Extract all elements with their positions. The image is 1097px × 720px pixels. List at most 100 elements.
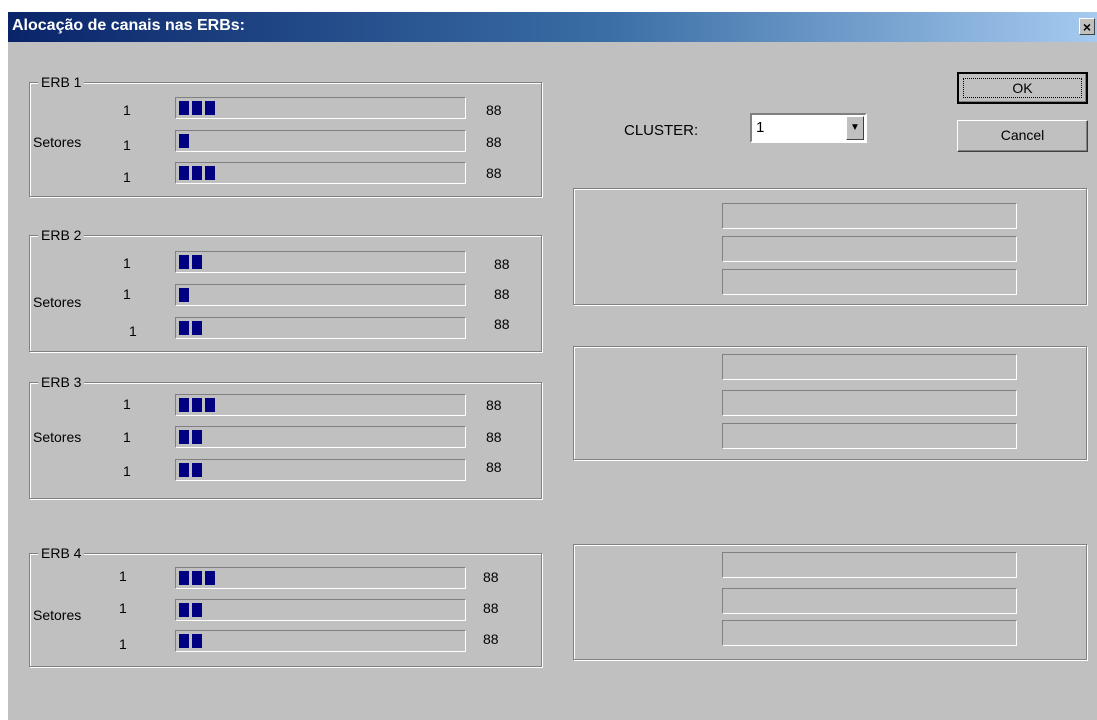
erb-4-title: ERB 4 [38, 545, 85, 561]
sector-value: 88 [494, 286, 510, 302]
info-field [722, 620, 1017, 646]
erb-3-title: ERB 3 [38, 374, 85, 390]
ok-button[interactable]: OK [957, 72, 1088, 104]
title-bar[interactable]: Alocação de canais nas ERBs: × [8, 12, 1097, 42]
progress-block [192, 571, 202, 585]
progress-block [179, 603, 189, 617]
sector-count: 1 [123, 396, 131, 412]
progress-fill [179, 634, 202, 648]
progress-block [192, 321, 202, 335]
sectors-label: Setores [33, 607, 82, 623]
progress-block [179, 101, 189, 115]
sectors-label: Setores [33, 429, 82, 445]
sector-count: 1 [123, 255, 131, 271]
progress-fill [179, 166, 215, 180]
progress-fill [179, 398, 215, 412]
progress-block [192, 430, 202, 444]
cancel-button-label: Cancel [1000, 127, 1045, 143]
sector-info-panel [573, 544, 1087, 660]
sector-value: 88 [486, 429, 502, 445]
progress-block [179, 634, 189, 648]
sector-count: 1 [129, 323, 137, 339]
info-field [722, 236, 1017, 262]
progress-block [179, 571, 189, 585]
cluster-select[interactable]: 1 ▼ [750, 113, 867, 143]
sector-count: 1 [123, 429, 131, 445]
progress-block [192, 166, 202, 180]
progress-block [192, 255, 202, 269]
sector-value: 88 [486, 397, 502, 413]
sector-value: 88 [486, 165, 502, 181]
sector-progress-bar [175, 459, 466, 481]
progress-fill [179, 571, 215, 585]
progress-block [205, 166, 215, 180]
sector-count: 1 [123, 286, 131, 302]
sector-value: 88 [483, 600, 499, 616]
sector-count: 1 [123, 169, 131, 185]
progress-fill [179, 134, 189, 148]
cancel-button[interactable]: Cancel [957, 120, 1088, 152]
sector-progress-bar [175, 130, 466, 152]
sector-value: 88 [494, 256, 510, 272]
sector-value: 88 [486, 102, 502, 118]
close-icon[interactable]: × [1079, 18, 1095, 35]
progress-fill [179, 463, 202, 477]
sector-value: 88 [483, 631, 499, 647]
progress-block [179, 166, 189, 180]
progress-block [205, 571, 215, 585]
sector-progress-bar [175, 97, 466, 119]
chevron-down-icon[interactable]: ▼ [846, 116, 864, 140]
progress-fill [179, 430, 202, 444]
erb-1-group: ERB 1 Setores 1 88 1 88 1 88 [29, 74, 542, 197]
sector-value: 88 [483, 569, 499, 585]
progress-block [192, 101, 202, 115]
progress-fill [179, 321, 202, 335]
sector-progress-bar [175, 426, 466, 448]
sector-count: 1 [119, 600, 127, 616]
progress-block [192, 603, 202, 617]
cluster-selected-value: 1 [756, 119, 765, 136]
progress-block [179, 321, 189, 335]
progress-fill [179, 288, 189, 302]
info-field [722, 354, 1017, 380]
sector-info-panel [573, 188, 1087, 305]
sector-progress-bar [175, 599, 466, 621]
sector-value: 88 [494, 316, 510, 332]
info-field [722, 203, 1017, 229]
progress-fill [179, 255, 202, 269]
cluster-label: CLUSTER: [624, 122, 699, 139]
sector-progress-bar [175, 317, 466, 339]
progress-block [179, 463, 189, 477]
sector-progress-bar [175, 251, 466, 273]
erb-1-title: ERB 1 [38, 74, 85, 90]
progress-block [179, 255, 189, 269]
erb-3-group: ERB 3 Setores 1 88 1 88 1 88 [29, 374, 542, 499]
sector-count: 1 [119, 636, 127, 652]
progress-block [192, 634, 202, 648]
sector-progress-bar [175, 630, 466, 652]
sector-count: 1 [123, 102, 131, 118]
progress-block [192, 398, 202, 412]
sectors-label: Setores [33, 134, 82, 150]
sector-info-panel [573, 346, 1087, 460]
sector-progress-bar [175, 162, 466, 184]
progress-fill [179, 603, 202, 617]
sector-count: 1 [123, 137, 131, 153]
progress-fill [179, 101, 215, 115]
info-field [722, 390, 1017, 416]
erb-2-title: ERB 2 [38, 227, 85, 243]
sector-progress-bar [175, 567, 466, 589]
sector-count: 1 [119, 568, 127, 584]
info-field [722, 423, 1017, 449]
sector-progress-bar [175, 284, 466, 306]
erb-4-group: ERB 4 Setores 1 88 1 88 1 88 [29, 545, 542, 667]
info-field [722, 269, 1017, 295]
progress-block [179, 430, 189, 444]
sector-progress-bar [175, 394, 466, 416]
dialog-window: Alocação de canais nas ERBs: × ERB 1 Set… [8, 12, 1097, 720]
info-field [722, 588, 1017, 614]
sector-value: 88 [486, 134, 502, 150]
progress-block [179, 288, 189, 302]
sectors-label: Setores [33, 294, 82, 310]
progress-block [179, 398, 189, 412]
